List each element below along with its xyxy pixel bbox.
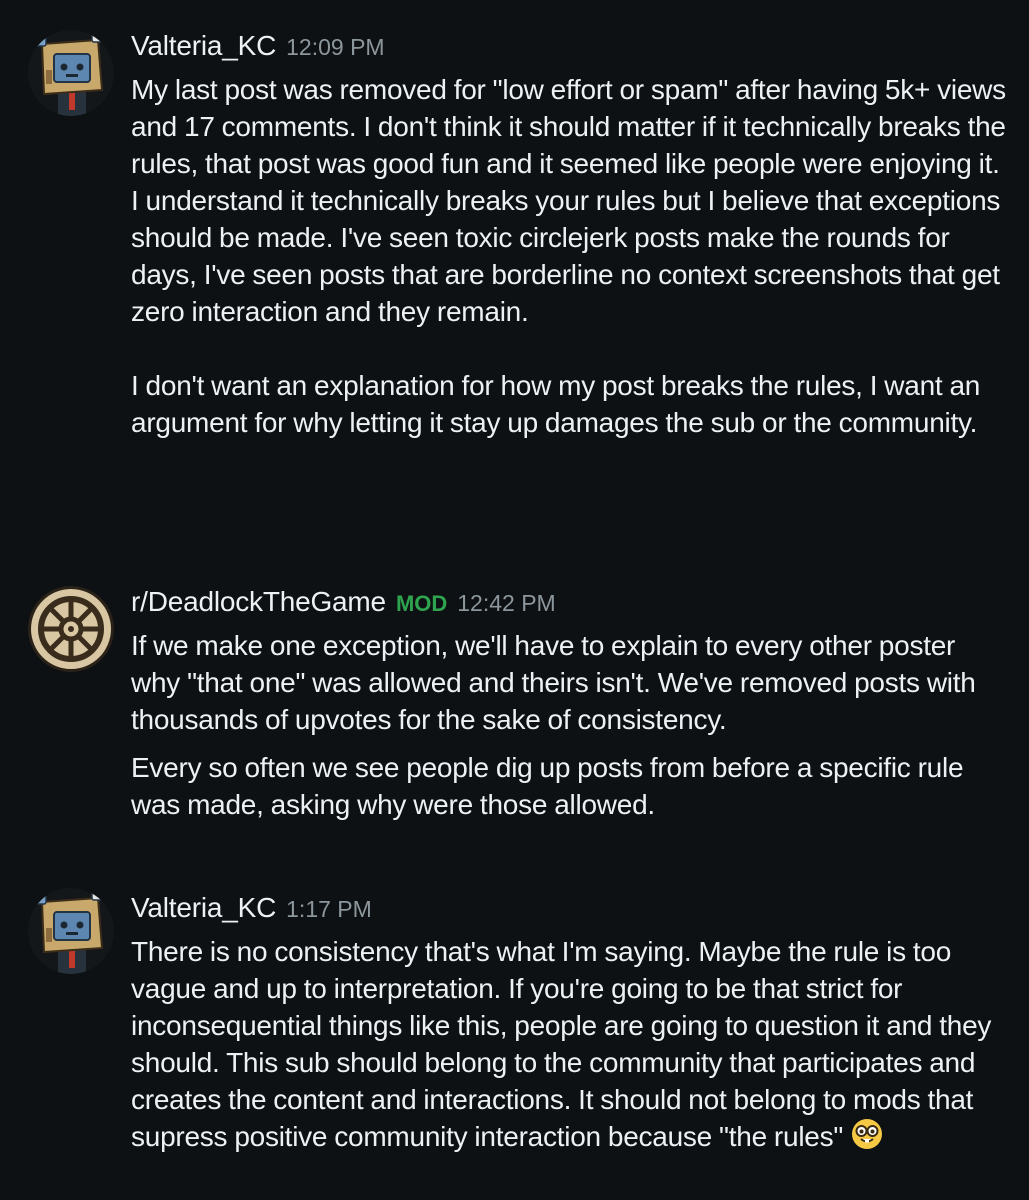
- author-name[interactable]: Valteria_KC: [131, 892, 276, 923]
- robot-avatar-icon: [28, 888, 114, 974]
- timestamp: 12:42 PM: [457, 590, 556, 616]
- timestamp: 12:09 PM: [286, 34, 385, 60]
- message-header: r/DeadlockTheGame MOD 12:42 PM: [131, 586, 1011, 618]
- message-text: If we make one exception, we'll have to …: [131, 630, 976, 735]
- message-text-container: There is no consistency that's what I'm …: [131, 933, 1011, 1159]
- user-avatar[interactable]: [28, 888, 114, 974]
- wheel-emblem-icon: [28, 586, 114, 672]
- author-name[interactable]: r/DeadlockTheGame: [131, 586, 386, 617]
- nerd-face-emoji-icon: [851, 1118, 883, 1159]
- mod-badge: MOD: [395, 591, 448, 616]
- robot-avatar-icon: [28, 30, 114, 116]
- message-text: My last post was removed for "low effort…: [131, 74, 1006, 327]
- timestamp: 1:17 PM: [286, 896, 372, 922]
- message-text: I don't want an explanation for how my p…: [131, 370, 981, 438]
- user-avatar[interactable]: [28, 30, 114, 116]
- message-text: Every so often we see people dig up post…: [131, 752, 964, 820]
- message-header: Valteria_KC 12:09 PM: [131, 30, 1011, 62]
- subreddit-avatar[interactable]: [28, 586, 114, 672]
- author-name[interactable]: Valteria_KC: [131, 30, 276, 61]
- message-header: Valteria_KC 1:17 PM: [131, 892, 1011, 924]
